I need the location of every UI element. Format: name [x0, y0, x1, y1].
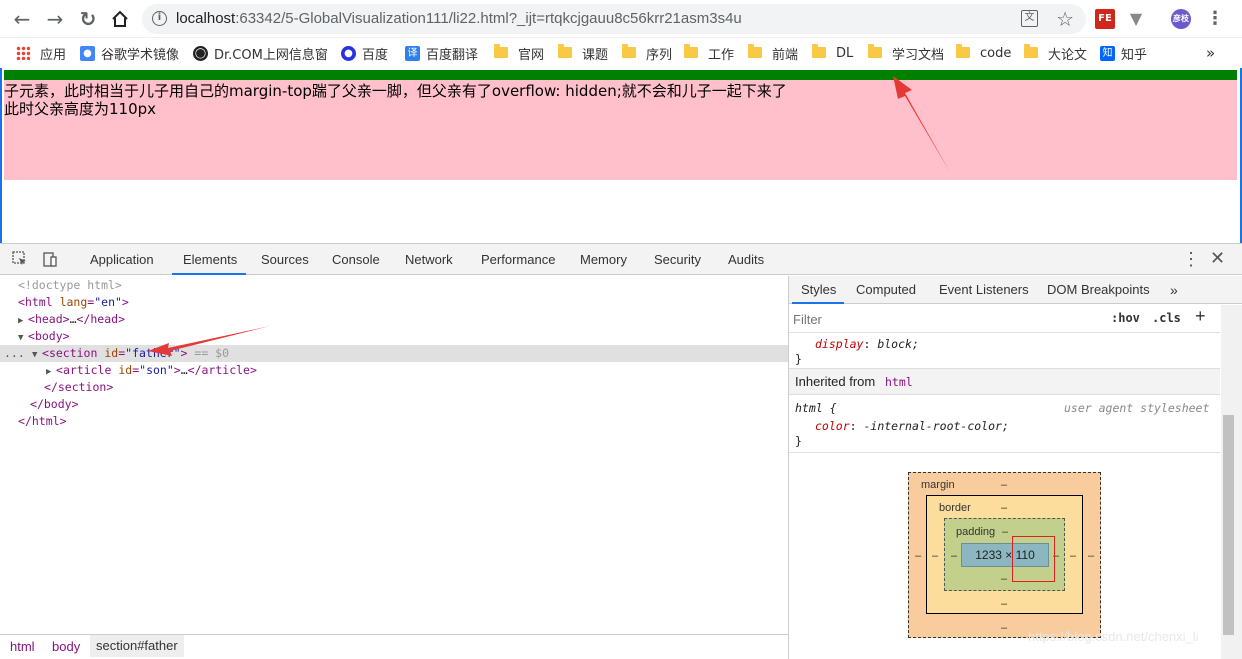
annotation-arrows: [148, 76, 950, 356]
red-arrow-to-green-strip: [893, 76, 950, 172]
watermark-text: https://blog.csdn.net/chenxi_li: [1028, 629, 1199, 644]
red-arrow-to-father-node: [148, 326, 270, 356]
